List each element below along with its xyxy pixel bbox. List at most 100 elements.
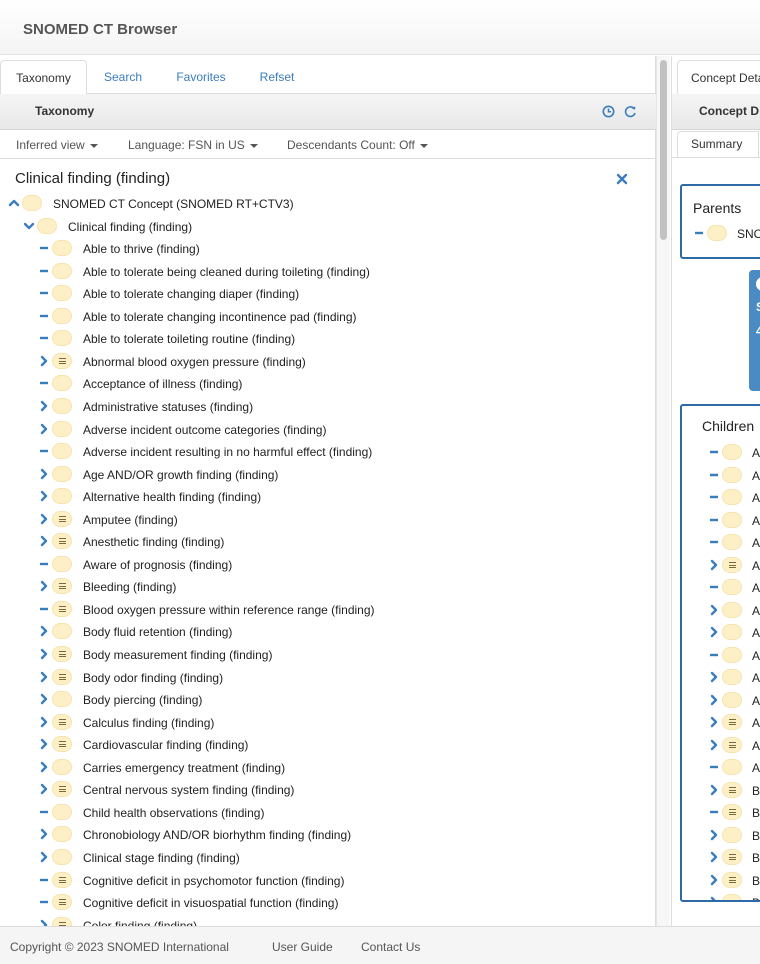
history-icon[interactable] — [602, 105, 615, 118]
chevron-right-icon[interactable] — [38, 851, 50, 863]
chevron-right-icon[interactable] — [38, 355, 50, 367]
tree-node[interactable]: Abnormal blood oxygen pressure (finding) — [38, 351, 640, 373]
chevron-right-icon[interactable] — [38, 513, 50, 525]
chevron-right-icon[interactable] — [708, 784, 720, 796]
descendants-count-dropdown[interactable]: Descendants Count: Off — [287, 138, 428, 152]
child-row[interactable]: A — [708, 712, 760, 734]
chevron-right-icon[interactable] — [38, 625, 50, 637]
tree-node[interactable]: Able to tolerate changing incontinence p… — [38, 306, 640, 328]
child-row[interactable]: A — [708, 757, 760, 779]
tree-node[interactable]: Bleeding (finding) — [38, 576, 640, 598]
tree-node[interactable]: Adverse incident resulting in no harmful… — [38, 441, 640, 463]
tab-favorites[interactable]: Favorites — [164, 60, 238, 94]
chevron-right-icon[interactable] — [708, 829, 720, 841]
chevron-right-icon[interactable] — [708, 851, 720, 863]
child-row[interactable]: A — [708, 487, 760, 509]
chevron-right-icon[interactable] — [38, 423, 50, 435]
child-row[interactable]: B — [708, 802, 760, 824]
tree-node[interactable]: Adverse incident outcome categories (fin… — [38, 419, 640, 441]
tab-summary[interactable]: Summary — [677, 131, 759, 158]
child-row[interactable]: A — [708, 442, 760, 464]
chevron-right-icon[interactable] — [38, 716, 50, 728]
child-row[interactable]: B — [708, 870, 760, 892]
tree-node[interactable]: Able to tolerate being cleaned during to… — [38, 261, 640, 283]
tree-node[interactable]: Able to tolerate toileting routine (find… — [38, 328, 640, 350]
chevron-down-icon[interactable] — [23, 220, 35, 232]
chevron-right-icon[interactable] — [38, 400, 50, 412]
tree-node[interactable]: Chronobiology AND/OR biorhythm finding (… — [38, 824, 640, 846]
chevron-right-icon[interactable] — [38, 761, 50, 773]
chevron-right-icon[interactable] — [38, 671, 50, 683]
chevron-right-icon[interactable] — [38, 535, 50, 547]
chevron-right-icon[interactable] — [708, 694, 720, 706]
child-row[interactable]: Ac — [708, 600, 760, 622]
taxonomy-scrollbar[interactable] — [656, 56, 670, 926]
child-row[interactable]: A — [708, 555, 760, 577]
tree-node[interactable]: Calculus finding (finding) — [38, 712, 640, 734]
tree-node[interactable]: Cognitive deficit in visuospatial functi… — [38, 892, 640, 914]
child-row[interactable]: A — [708, 532, 760, 554]
tree-node[interactable]: Body measurement finding (finding) — [38, 644, 640, 666]
chevron-right-icon[interactable] — [38, 738, 50, 750]
child-row[interactable]: B — [708, 892, 760, 902]
chevron-right-icon[interactable] — [38, 490, 50, 502]
tree-node[interactable]: Central nervous system finding (finding) — [38, 779, 640, 801]
chevron-right-icon[interactable] — [38, 468, 50, 480]
tree-node[interactable]: Able to thrive (finding) — [38, 238, 640, 260]
chevron-right-icon[interactable] — [708, 716, 720, 728]
view-dropdown[interactable]: Inferred view — [16, 138, 98, 152]
child-row[interactable]: Ac — [708, 645, 760, 667]
tree-node[interactable]: Body fluid retention (finding) — [38, 621, 640, 643]
tree-node[interactable]: Cognitive deficit in psychomotor functio… — [38, 870, 640, 892]
chevron-right-icon[interactable] — [708, 874, 720, 886]
tree-node[interactable]: Carries emergency treatment (finding) — [38, 757, 640, 779]
tree-node[interactable]: Aware of prognosis (finding) — [38, 554, 640, 576]
chevron-right-icon[interactable] — [708, 896, 720, 902]
tree-node[interactable]: SNOMED CT Concept (SNOMED RT+CTV3) — [8, 193, 640, 215]
chevron-right-icon[interactable] — [38, 919, 50, 926]
tree-node[interactable]: Clinical stage finding (finding) — [38, 847, 640, 869]
contact-us-link[interactable]: Contact Us — [361, 940, 420, 954]
tree-node[interactable]: Administrative statuses (finding) — [38, 396, 640, 418]
child-row[interactable]: A — [708, 690, 760, 712]
child-row[interactable]: B — [708, 780, 760, 802]
tree-node[interactable]: Amputee (finding) — [38, 509, 640, 531]
chevron-right-icon[interactable] — [38, 783, 50, 795]
tree-node[interactable]: Clinical finding (finding) — [23, 216, 640, 238]
chevron-right-icon[interactable] — [38, 580, 50, 592]
child-row[interactable]: A — [708, 510, 760, 532]
tree-node[interactable]: Acceptance of illness (finding) — [38, 373, 640, 395]
child-row[interactable]: B — [708, 847, 760, 869]
tab-refset[interactable]: Refset — [248, 60, 306, 94]
tab-search[interactable]: Search — [92, 60, 154, 94]
close-icon[interactable] — [615, 172, 629, 186]
child-row[interactable]: A — [708, 667, 760, 689]
tree-node[interactable]: Child health observations (finding) — [38, 802, 640, 824]
chevron-right-icon[interactable] — [38, 828, 50, 840]
chevron-right-icon[interactable] — [708, 604, 720, 616]
chevron-right-icon[interactable] — [38, 693, 50, 705]
user-guide-link[interactable]: User Guide — [272, 940, 333, 954]
chevron-right-icon[interactable] — [708, 559, 720, 571]
tree-node[interactable]: Age AND/OR growth finding (finding) — [38, 464, 640, 486]
refresh-icon[interactable] — [624, 105, 637, 118]
tree-node[interactable]: Body odor finding (finding) — [38, 667, 640, 689]
tree-node[interactable]: Able to tolerate changing diaper (findin… — [38, 283, 640, 305]
chevron-right-icon[interactable] — [708, 671, 720, 683]
tab-taxonomy[interactable]: Taxonomy — [0, 60, 87, 95]
child-row[interactable]: A — [708, 735, 760, 757]
tree-node[interactable]: Alternative health finding (finding) — [38, 486, 640, 508]
tree-node[interactable]: Anesthetic finding (finding) — [38, 531, 640, 553]
chevron-right-icon[interactable] — [708, 626, 720, 638]
scrollbar-thumb[interactable] — [660, 60, 667, 240]
tree-node[interactable]: Cardiovascular finding (finding) — [38, 734, 640, 756]
child-row[interactable]: B — [708, 825, 760, 847]
tab-concept-details[interactable]: Concept Deta — [677, 60, 760, 95]
tree-node[interactable]: Blood oxygen pressure within reference r… — [38, 599, 640, 621]
chevron-up-icon[interactable] — [8, 197, 20, 209]
child-row[interactable]: A — [708, 465, 760, 487]
tree-node[interactable]: Body piercing (finding) — [38, 689, 640, 711]
chevron-right-icon[interactable] — [708, 739, 720, 751]
parent-row[interactable]: SNO — [693, 223, 760, 245]
tree-node[interactable]: Color finding (finding) — [38, 915, 640, 926]
